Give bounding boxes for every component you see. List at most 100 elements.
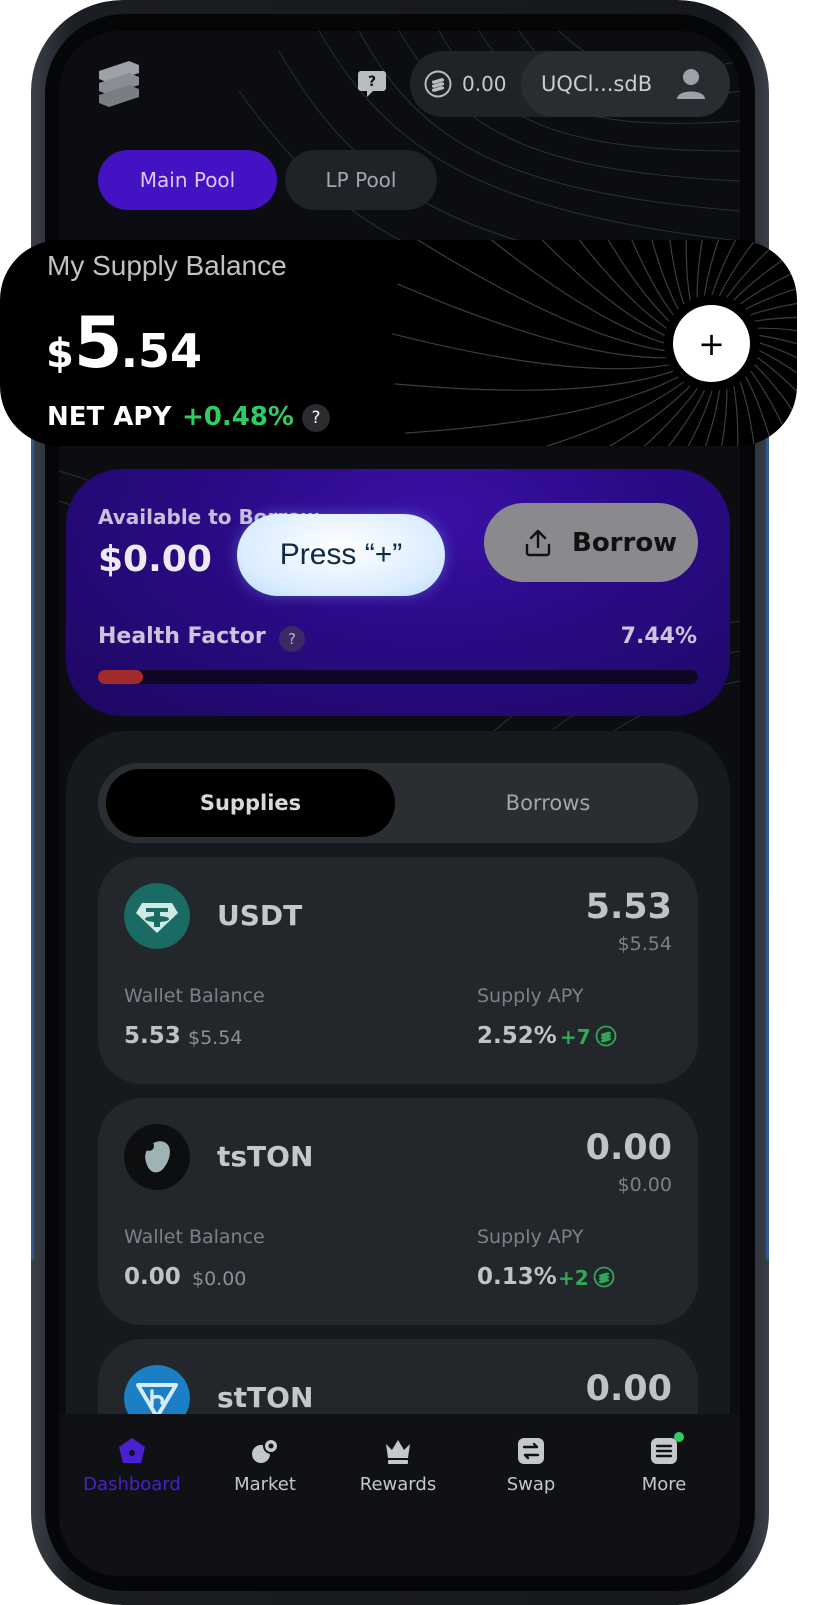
phone-edge-right xyxy=(766,360,769,1260)
available-to-borrow-value: $0.00 xyxy=(98,539,212,580)
reward-token-icon xyxy=(593,1266,615,1288)
sunburst-line xyxy=(391,333,670,370)
notification-dot xyxy=(674,1432,684,1442)
nav-market[interactable]: Market xyxy=(205,1436,325,1495)
sunburst-line xyxy=(696,240,703,298)
wallet-balance-label: Wallet Balance xyxy=(124,1226,265,1248)
wallet-balance-usd: $0.00 xyxy=(192,1268,247,1290)
wallet-balance-usd: $5.54 xyxy=(188,1027,243,1049)
sunburst-line xyxy=(541,240,665,337)
nav-swap[interactable]: Swap xyxy=(471,1436,591,1495)
nav-label: Dashboard xyxy=(83,1474,181,1495)
asset-name: stTON xyxy=(217,1381,314,1414)
svg-text:?: ? xyxy=(368,74,376,90)
borrow-button[interactable]: Borrow xyxy=(484,503,698,582)
user-avatar-icon[interactable] xyxy=(675,67,707,101)
net-apy-help-icon[interactable]: ? xyxy=(302,404,330,432)
sunburst-line xyxy=(726,240,781,298)
sunburst-line xyxy=(750,370,793,446)
nav-label: Market xyxy=(234,1474,296,1495)
asset-name: USDT xyxy=(217,899,303,932)
sunburst-line xyxy=(631,240,674,316)
nav-more[interactable]: More xyxy=(604,1432,724,1495)
currency-symbol: $ xyxy=(46,331,74,377)
tab-main-pool[interactable]: Main Pool xyxy=(98,150,277,210)
health-factor-value: 7.44% xyxy=(620,624,697,649)
sunburst-line xyxy=(754,364,797,418)
sunburst-line xyxy=(750,302,797,316)
supply-apy-value: 2.52% xyxy=(477,1023,557,1049)
sunburst-line xyxy=(754,316,797,322)
value-integer: 5 xyxy=(73,302,123,384)
net-apy-value: +0.48% xyxy=(182,402,294,432)
supplies-borrows-toggle: Supplies Borrows xyxy=(98,763,698,843)
supply-balance-card: My Supply Balance $5.54 NET APY +0.48% ?… xyxy=(0,240,797,446)
nav-label: Rewards xyxy=(359,1474,437,1495)
phone-edge-left xyxy=(31,360,34,1260)
crown-icon xyxy=(386,1440,410,1464)
sunburst-line xyxy=(745,287,797,310)
asset-amount: 0.00 xyxy=(585,1369,672,1409)
supply-apy-label: Supply APY xyxy=(477,1226,584,1248)
help-chat-icon[interactable]: ? xyxy=(357,69,387,99)
asset-amount: 0.00 xyxy=(585,1128,672,1168)
sunburst-line xyxy=(416,240,665,352)
tab-borrows[interactable]: Borrows xyxy=(398,769,698,837)
health-factor-bar xyxy=(98,670,698,684)
asset-amount: 5.53 xyxy=(585,887,672,927)
sunburst-line xyxy=(643,388,698,446)
sunburst-line xyxy=(404,376,679,434)
dashboard-icon xyxy=(119,1438,145,1463)
asset-name: tsTON xyxy=(217,1140,314,1173)
coin-icon xyxy=(424,70,452,98)
swap-icon xyxy=(518,1438,544,1464)
supply-balance-title: My Supply Balance xyxy=(47,250,287,281)
sunburst-line xyxy=(607,240,670,322)
health-factor-help-icon[interactable]: ? xyxy=(279,626,305,652)
sunburst-line xyxy=(394,370,674,391)
tston-icon xyxy=(124,1124,190,1190)
nav-rewards[interactable]: Rewards xyxy=(338,1436,458,1495)
market-icon xyxy=(252,1438,279,1463)
supply-balance-value: $5.54 xyxy=(46,302,202,384)
app-logo-icon[interactable] xyxy=(97,59,141,107)
nav-dashboard[interactable]: Dashboard xyxy=(72,1436,192,1495)
wallet-balance-label: Wallet Balance xyxy=(124,985,265,1007)
supply-apy-bonus: +2 xyxy=(558,1266,589,1290)
sunburst-line xyxy=(759,349,797,374)
bottom-navigation: Dashboard Market Rewards Swap More xyxy=(59,1414,740,1576)
value-fraction: .54 xyxy=(120,324,203,378)
net-apy-label: NET APY xyxy=(47,402,172,432)
upload-icon xyxy=(525,529,551,556)
sunburst-line xyxy=(578,240,667,329)
sunburst-line xyxy=(745,376,773,446)
sunburst-line xyxy=(669,240,685,305)
sunburst-line xyxy=(721,388,728,446)
sunburst-line xyxy=(397,283,667,359)
add-supply-button[interactable]: + xyxy=(673,305,750,382)
nav-label: Swap xyxy=(506,1474,556,1495)
borrow-button-label: Borrow xyxy=(572,527,678,558)
wallet-balance-amount: 0.00 xyxy=(124,1264,181,1290)
sunburst-line xyxy=(759,342,797,359)
health-factor-fill xyxy=(98,670,143,684)
asset-card-tston[interactable]: tsTON 0.00 $0.00 Wallet Balance 0.00 $0.… xyxy=(98,1098,698,1325)
health-factor-label: Health Factor xyxy=(98,624,266,649)
balance-chip[interactable]: 0.00 xyxy=(410,51,522,117)
sunburst-line xyxy=(739,381,755,446)
supply-apy-bonus: +7 xyxy=(560,1025,591,1049)
onboarding-tooltip: Press “+” xyxy=(237,514,445,596)
asset-card-usdt[interactable]: USDT 5.53 $5.54 Wallet Balance 5.53 $5.5… xyxy=(98,857,698,1084)
nav-label: More xyxy=(641,1474,687,1495)
asset-amount-usd: $5.54 xyxy=(617,933,672,955)
supply-apy-value: 0.13% xyxy=(477,1264,557,1290)
asset-amount-usd: $0.00 xyxy=(617,1174,672,1196)
wallet-balance-amount: 5.53 xyxy=(124,1023,181,1049)
tab-lp-pool[interactable]: LP Pool xyxy=(285,150,437,210)
supply-apy-label: Supply APY xyxy=(477,985,584,1007)
wallet-address: UQCl...sdB xyxy=(541,72,653,96)
reward-token-icon xyxy=(595,1025,617,1047)
sunburst-line xyxy=(757,357,797,393)
usdt-icon xyxy=(124,883,190,949)
tab-supplies[interactable]: Supplies xyxy=(106,769,395,837)
